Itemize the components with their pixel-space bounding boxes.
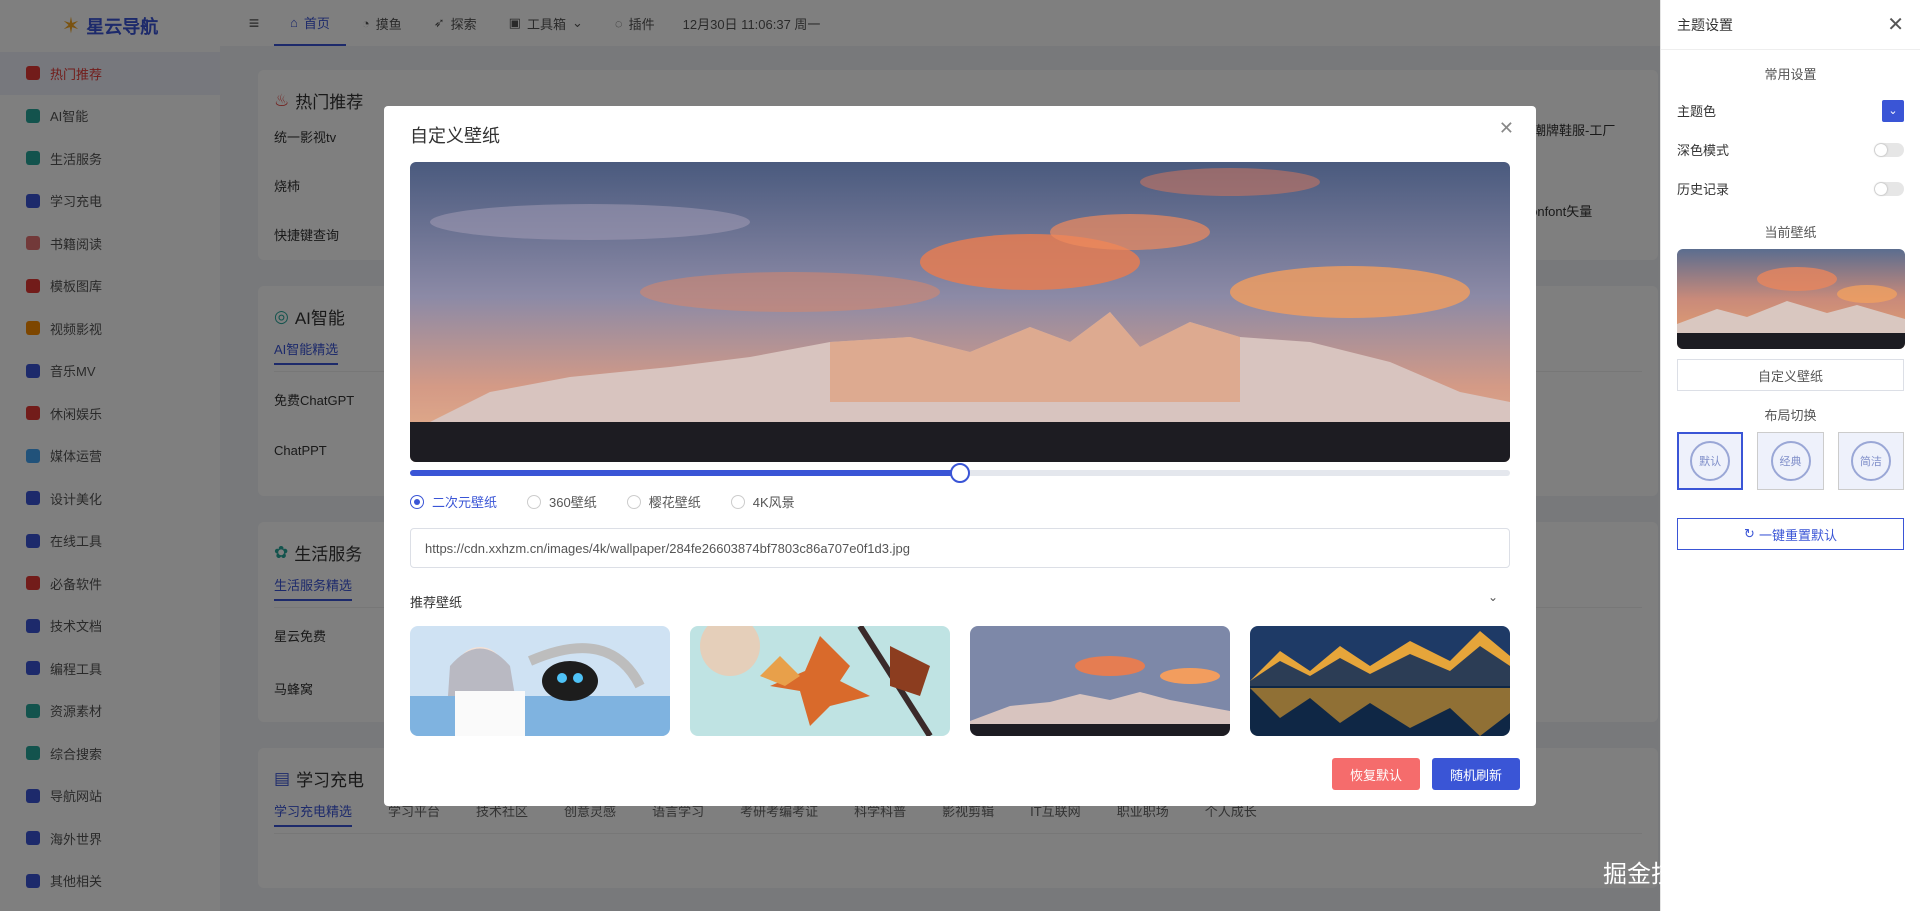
- recommended-wallpaper-anime[interactable]: [410, 626, 670, 736]
- wallpaper-preview: [410, 162, 1510, 462]
- radio-360-label: 360壁纸: [549, 495, 597, 510]
- history-toggle[interactable]: [1874, 181, 1904, 196]
- settings-title: 主题设置: [1677, 16, 1733, 33]
- chevron-down-icon[interactable]: ⌄: [1488, 590, 1498, 604]
- radio-anime-label: 二次元壁纸: [432, 495, 498, 510]
- random-refresh-button[interactable]: 随机刷新: [1432, 758, 1520, 790]
- layout-classic[interactable]: 经典: [1757, 432, 1824, 490]
- recommended-wallpaper-leaves[interactable]: [690, 626, 950, 736]
- custom-wallpaper-dialog: 自定义壁纸 ✕ 二次元壁纸 360壁纸 樱花壁纸 4K风景 https://cd…: [384, 106, 1536, 806]
- reset-default-button[interactable]: ↻ 一键重置默认: [1677, 518, 1904, 550]
- radio-360[interactable]: 360壁纸: [527, 492, 597, 511]
- layout-classic-label: 经典: [1770, 441, 1811, 481]
- history-row: 历史记录: [1661, 169, 1920, 208]
- theme-color-row: 主题色 ⌄: [1661, 91, 1920, 130]
- layout-simple[interactable]: 简洁: [1837, 432, 1904, 490]
- recommended-wallpaper-mountain-sunset[interactable]: [970, 626, 1230, 736]
- reset-default-label: 一键重置默认: [1758, 527, 1837, 543]
- theme-settings-panel: 主题设置 ✕ 常用设置 主题色 ⌄ 深色模式 历史记录 当前壁纸 自定义壁纸 布…: [1660, 0, 1920, 911]
- slider-fill: [410, 470, 960, 476]
- radio-4k-label: 4K风景: [752, 495, 795, 510]
- radio-sakura-label: 樱花壁纸: [648, 495, 701, 510]
- dark-mode-toggle[interactable]: [1874, 142, 1904, 157]
- current-wallpaper-heading: 当前壁纸: [1764, 225, 1817, 240]
- history-label: 历史记录: [1677, 182, 1730, 197]
- radio-dot: [527, 494, 542, 509]
- dark-mode-label: 深色模式: [1677, 143, 1730, 158]
- layout-default[interactable]: 默认: [1677, 432, 1744, 490]
- wallpaper-slider[interactable]: [410, 463, 1510, 483]
- custom-wallpaper-button[interactable]: 自定义壁纸: [1677, 359, 1904, 391]
- layout-default-label: 默认: [1690, 441, 1731, 481]
- wallpaper-url-input[interactable]: [410, 528, 1510, 568]
- layout-switch-heading: 布局切换: [1764, 408, 1817, 423]
- common-settings-heading: 常用设置: [1764, 67, 1817, 82]
- theme-color-picker[interactable]: ⌄: [1882, 99, 1904, 122]
- settings-header: 主题设置 ✕: [1661, 0, 1920, 50]
- chevron-down-icon: ⌄: [1888, 105, 1898, 117]
- recommended-wallpaper-lake-mountains[interactable]: [1250, 626, 1510, 736]
- layout-options: 默认 经典 简洁: [1661, 432, 1920, 490]
- radio-anime[interactable]: 二次元壁纸: [410, 492, 497, 511]
- layout-simple-label: 简洁: [1850, 441, 1891, 481]
- theme-color-label: 主题色: [1677, 104, 1717, 119]
- radio-dot: [730, 494, 745, 509]
- wallpaper-source-radios: 二次元壁纸 360壁纸 樱花壁纸 4K风景: [410, 492, 795, 511]
- restore-default-button[interactable]: 恢复默认: [1332, 758, 1420, 790]
- refresh-icon: ↻: [1744, 526, 1755, 541]
- current-wallpaper-thumbnail: [1677, 249, 1905, 349]
- watermark: 掘金技术社区 @ 星云_半糖: [1602, 861, 1894, 888]
- radio-dot: [626, 494, 641, 509]
- dialog-title: 自定义壁纸: [410, 126, 500, 146]
- dark-mode-row: 深色模式: [1661, 130, 1920, 169]
- close-icon[interactable]: ✕: [1887, 12, 1904, 37]
- recommended-wallpapers: [410, 626, 1510, 736]
- recommended-title: 推荐壁纸: [410, 595, 463, 610]
- radio-4k[interactable]: 4K风景: [730, 492, 795, 511]
- radio-dot: [410, 494, 424, 509]
- radio-sakura[interactable]: 樱花壁纸: [626, 492, 701, 511]
- slider-handle[interactable]: [950, 463, 970, 483]
- close-icon[interactable]: ✕: [1499, 118, 1514, 139]
